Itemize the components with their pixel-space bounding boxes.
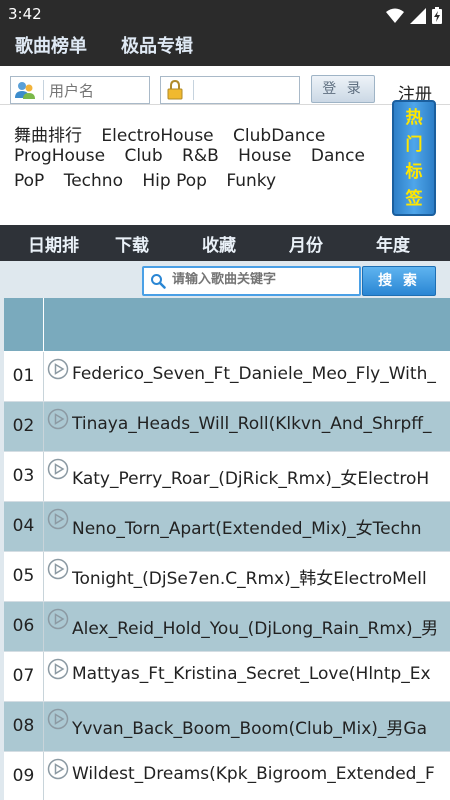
song-title[interactable]: Wildest_Dreams(Kpk_Bigroom_Extended_F [72,764,450,784]
tab-song-charts[interactable]: 歌曲榜单 [15,32,87,58]
hot-tags-char: 门 [405,135,423,155]
table-row[interactable]: 06 Alex_Reid_Hold_You_(DjLong_Rain_Rmx)_男 [4,602,450,652]
tab-premium-albums[interactable]: 极品专辑 [121,32,193,58]
play-icon[interactable] [47,558,69,580]
tag-house[interactable]: House [238,146,291,166]
password-field[interactable] [160,76,300,104]
song-list: 01 Federico_Seven_Ft_Daniele_Meo_Fly_With… [4,352,450,800]
tag-funky[interactable]: Funky [226,171,276,191]
play-icon[interactable] [47,408,69,430]
table-row[interactable]: 05 Tonight_(DjSe7en.C_Rmx)_韩女ElectroMell [4,552,450,602]
table-row[interactable]: 07 Mattyas_Ft_Kristina_Secret_Love(Hlntp_… [4,652,450,702]
song-title[interactable]: Alex_Reid_Hold_You_(DjLong_Rain_Rmx)_男 [72,614,450,639]
play-icon[interactable] [47,358,69,380]
sort-by-favorites[interactable]: 收藏 [202,231,236,256]
tag-dance[interactable]: Dance [311,146,365,166]
tag-line: ProgHouse Club R&B House Dance [14,146,379,166]
play-icon[interactable] [47,658,69,680]
play-icon[interactable] [47,608,69,630]
table-header [4,298,450,352]
tags-area: 舞曲排行 ElectroHouse ClubDance ProgHouse Cl… [0,104,450,214]
play-icon[interactable] [47,708,69,730]
sort-by-date[interactable]: 日期排 [28,231,79,256]
lock-icon [167,80,183,100]
tag-pop[interactable]: PoP [14,171,44,191]
input-divider [193,80,194,100]
song-title[interactable]: Neno_Torn_Apart(Extended_Mix)_女Techn [72,514,450,539]
hot-tags-char: 标 [405,162,423,182]
tag-electrohouse[interactable]: ElectroHouse [101,126,213,146]
sort-bar: 日期排 下载 收藏 月份 年度 [0,225,450,261]
table-row[interactable]: 09 Wildest_Dreams(Kpk_Bigroom_Extended_F [4,752,450,800]
row-number: 09 [4,752,44,800]
row-number: 02 [4,402,44,451]
tag-clubdance[interactable]: ClubDance [233,126,325,146]
song-title[interactable]: Katy_Perry_Roar_(DjRick_Rmx)_女ElectroH [72,464,450,489]
table-header-number-col [4,298,44,352]
row-number: 05 [4,552,44,601]
song-title[interactable]: Mattyas_Ft_Kristina_Secret_Love(Hlntp_Ex [72,664,450,684]
tag-hip-pop[interactable]: Hip Pop [142,171,207,191]
table-row[interactable]: 03 Katy_Perry_Roar_(DjRick_Rmx)_女ElectroH [4,452,450,502]
status-bar: 3:42 [0,0,450,30]
song-title[interactable]: Tinaya_Heads_Will_Roll(Klkvn_And_Shrpff_ [72,414,450,434]
play-icon[interactable] [47,508,69,530]
row-number: 08 [4,702,44,751]
search-button[interactable]: 搜 索 [362,266,436,296]
row-number: 03 [4,452,44,501]
song-title[interactable]: Federico_Seven_Ft_Daniele_Meo_Fly_With_ [72,364,450,384]
tag-techno[interactable]: Techno [64,171,123,191]
app-header: 歌曲榜单 极品专辑 [0,30,450,66]
login-button[interactable]: 登 录 [311,75,375,103]
battery-icon [432,7,442,24]
wifi-icon [386,8,404,23]
tag-dance-chart[interactable]: 舞曲排行 [14,126,82,146]
signal-icon [410,7,426,24]
hot-tags-char: 热 [405,108,423,128]
sort-by-downloads[interactable]: 下载 [115,231,149,256]
table-row[interactable]: 08 Yvvan_Back_Boom_Boom(Club_Mix)_男Ga [4,702,450,752]
row-number: 04 [4,502,44,551]
tag-proghouse[interactable]: ProgHouse [14,146,105,166]
song-title[interactable]: Tonight_(DjSe7en.C_Rmx)_韩女ElectroMell [72,564,450,589]
table-row[interactable]: 01 Federico_Seven_Ft_Daniele_Meo_Fly_With… [4,352,450,402]
search-icon [151,274,166,289]
input-divider [43,80,44,100]
row-number: 01 [4,352,44,401]
tag-line: 舞曲排行 ElectroHouse ClubDance [14,121,339,146]
status-time: 3:42 [8,5,42,23]
search-input[interactable] [172,272,357,287]
tag-line: PoP Techno Hip Pop Funky [14,171,290,191]
username-field[interactable] [10,76,150,104]
song-title[interactable]: Yvvan_Back_Boom_Boom(Club_Mix)_男Ga [72,714,450,739]
status-icons [386,7,442,24]
sort-by-month[interactable]: 月份 [289,231,323,256]
row-number: 06 [4,602,44,651]
search-box[interactable] [142,266,361,296]
tag-rnb[interactable]: R&B [182,146,219,166]
play-icon[interactable] [47,458,69,480]
tag-club[interactable]: Club [124,146,162,166]
hot-tags-button[interactable]: 热 门 标 签 [392,100,436,216]
password-input[interactable] [199,82,295,100]
song-table: 01 Federico_Seven_Ft_Daniele_Meo_Fly_With… [4,298,450,800]
hot-tags-char: 签 [405,189,423,209]
username-input[interactable] [49,82,145,100]
table-row[interactable]: 02 Tinaya_Heads_Will_Roll(Klkvn_And_Shrpf… [4,402,450,452]
table-row[interactable]: 04 Neno_Torn_Apart(Extended_Mix)_女Techn [4,502,450,552]
play-icon[interactable] [47,758,69,780]
user-icon [15,82,35,99]
sort-by-year[interactable]: 年度 [376,231,410,256]
row-number: 07 [4,652,44,701]
